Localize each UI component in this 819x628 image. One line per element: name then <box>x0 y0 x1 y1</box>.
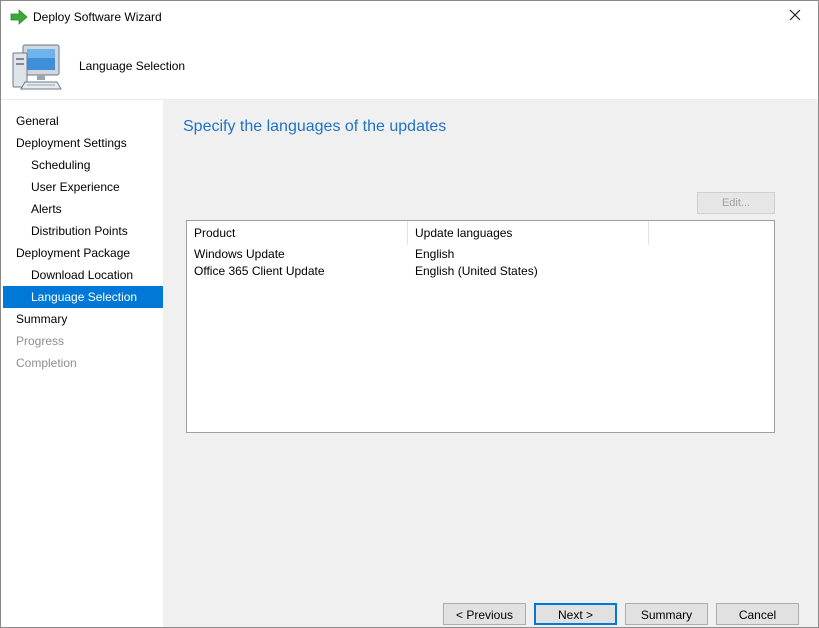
wizard-nav: General Deployment Settings Scheduling U… <box>3 110 163 374</box>
nav-item-summary[interactable]: Summary <box>3 308 163 330</box>
table-header: Product Update languages <box>187 221 774 245</box>
cell-product: Windows Update <box>194 247 285 261</box>
table-row[interactable]: Windows Update English <box>187 246 774 263</box>
wizard-content: Specify the languages of the updates Edi… <box>163 100 818 627</box>
previous-button[interactable]: < Previous <box>443 603 526 625</box>
cancel-button[interactable]: Cancel <box>716 603 799 625</box>
column-header-update-languages[interactable]: Update languages <box>408 221 649 245</box>
nav-item-deployment-settings[interactable]: Deployment Settings <box>3 132 163 154</box>
wizard-header: Language Selection <box>1 33 818 100</box>
wizard-page-title: Language Selection <box>79 59 186 73</box>
nav-item-scheduling[interactable]: Scheduling <box>3 154 163 176</box>
nav-item-download-location[interactable]: Download Location <box>3 264 163 286</box>
summary-button[interactable]: Summary <box>625 603 708 625</box>
nav-item-deployment-package[interactable]: Deployment Package <box>3 242 163 264</box>
wizard-window: Deploy Software Wizard Language Selectio… <box>0 0 819 628</box>
nav-item-distribution-points[interactable]: Distribution Points <box>3 220 163 242</box>
nav-item-user-experience[interactable]: User Experience <box>3 176 163 198</box>
green-arrow-icon <box>10 9 28 25</box>
close-button[interactable] <box>772 1 818 33</box>
cell-product: Office 365 Client Update <box>194 264 325 278</box>
content-heading: Specify the languages of the updates <box>183 118 447 135</box>
nav-item-alerts[interactable]: Alerts <box>3 198 163 220</box>
cell-update-languages: English (United States) <box>415 264 538 278</box>
window-title: Deploy Software Wizard <box>33 10 162 24</box>
computer-icon <box>11 43 65 93</box>
nav-item-completion: Completion <box>16 356 77 370</box>
table-row[interactable]: Office 365 Client Update English (United… <box>187 263 774 280</box>
wizard-sidebar: General Deployment Settings Scheduling U… <box>1 100 163 627</box>
next-button[interactable]: Next > <box>534 603 617 625</box>
nav-item-general[interactable]: General <box>3 110 163 132</box>
cell-update-languages: English <box>415 247 455 261</box>
nav-item-language-selection[interactable]: Language Selection <box>3 286 163 308</box>
nav-item-progress: Progress <box>16 334 65 348</box>
title-bar: Deploy Software Wizard <box>1 1 818 33</box>
close-icon <box>789 8 801 26</box>
languages-table[interactable]: Product Update languages Windows Update … <box>186 220 775 433</box>
edit-button: Edit... <box>697 192 775 214</box>
column-header-product[interactable]: Product <box>187 221 408 245</box>
